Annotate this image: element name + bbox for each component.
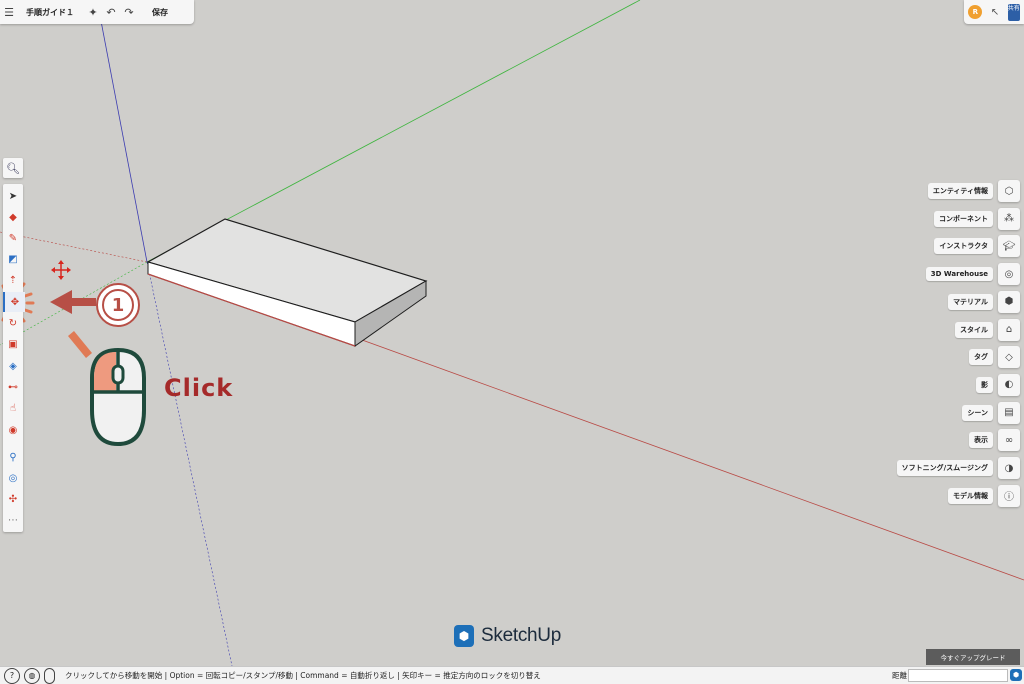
section-plane-icon[interactable]: ⊷ xyxy=(3,377,23,397)
panel-item[interactable]: タグ ◇ xyxy=(969,346,1020,369)
panel-item-label: スタイル xyxy=(955,321,993,338)
model-viewport[interactable] xyxy=(0,0,1024,683)
shadow-icon[interactable]: ◐ xyxy=(998,373,1020,396)
status-text: クリックしてから移動を開始 | Option = 回転コピー/スタンプ/移動 |… xyxy=(65,671,541,680)
zoom-tool-icon[interactable]: ⚲ xyxy=(3,447,23,467)
upgrade-button[interactable]: 今すぐアップグレード xyxy=(926,649,1020,665)
panel-item[interactable]: 3D Warehouse ◎ xyxy=(925,263,1020,286)
panel-item-label: モデル情報 xyxy=(948,487,993,504)
material-icon[interactable]: ⬢ xyxy=(998,290,1020,313)
sketchup-logo: ⬢ SketchUp xyxy=(454,625,561,647)
mouse-hint-icon xyxy=(44,667,55,684)
rotate-tool-icon[interactable]: ↻ xyxy=(3,313,23,333)
pointer-arrow xyxy=(50,290,96,314)
panel-item-label: タグ xyxy=(969,349,993,366)
panel-item[interactable]: マテリアル ⬢ xyxy=(948,290,1020,313)
step-number-badge: 1 xyxy=(96,283,140,327)
warehouse-icon[interactable]: ◎ xyxy=(998,263,1020,286)
panel-item[interactable]: スタイル ⌂ xyxy=(955,318,1020,341)
panel-item-label: 3D Warehouse xyxy=(925,267,993,282)
panel-item[interactable]: モデル情報 ⓘ xyxy=(948,484,1020,507)
click-rays xyxy=(68,331,92,358)
dimension-tool-icon[interactable]: ✣ xyxy=(3,489,23,509)
move-cursor-icon xyxy=(51,260,71,280)
click-annotation: Click xyxy=(164,374,234,402)
panel-item-label: マテリアル xyxy=(948,293,993,310)
components-icon[interactable]: ⁂ xyxy=(998,207,1020,230)
panel-item[interactable]: シーン ▤ xyxy=(962,401,1020,424)
orbit-tool-icon[interactable]: ☝ xyxy=(3,398,23,418)
cursor-icon[interactable]: ↖ xyxy=(991,7,999,18)
panel-item-label: 表示 xyxy=(969,432,993,449)
tag-icon[interactable]: ◇ xyxy=(998,346,1020,369)
box-model[interactable] xyxy=(146,218,428,347)
glasses-icon[interactable]: ∞ xyxy=(998,429,1020,452)
rectangle-tool-icon[interactable]: ◩ xyxy=(3,249,23,269)
panel-item-label: インストラクタ xyxy=(934,238,993,255)
search-icon[interactable]: 🔍︎ xyxy=(3,158,23,178)
panel-item[interactable]: コンポーネント ⁂ xyxy=(934,207,1020,230)
document-title[interactable]: 手順ガイド１ xyxy=(26,7,74,18)
redo-icon[interactable]: ↷ xyxy=(120,0,138,24)
distance-input[interactable] xyxy=(908,669,1008,682)
move-tool-icon[interactable]: ✥ xyxy=(3,292,25,312)
style-icon[interactable]: ⌂ xyxy=(998,318,1020,341)
panel-item-label: エンティティ情報 xyxy=(927,183,993,199)
status-bar: ? ◍ クリックしてから移動を開始 | Option = 回転コピー/スタンプ/… xyxy=(0,666,1024,684)
blue-axis-negative xyxy=(146,261,233,667)
eraser-tool-icon[interactable]: ◆ xyxy=(3,207,23,227)
push-pull-tool-icon[interactable]: ⇡ xyxy=(3,270,23,290)
graduation-cap-icon[interactable]: 🎓︎ xyxy=(998,235,1020,258)
scale-tool-icon[interactable]: ▣ xyxy=(3,334,23,354)
soften-icon[interactable]: ◑ xyxy=(998,457,1020,479)
paint-bucket-icon[interactable]: ◈ xyxy=(3,356,23,376)
panel-item[interactable]: 影 ◐ xyxy=(976,373,1020,396)
panel-item[interactable]: インストラクタ 🎓︎ xyxy=(934,235,1020,258)
tape-measure-icon[interactable]: ◎ xyxy=(3,468,23,488)
sparkle-icon[interactable]: ✦ xyxy=(84,0,102,24)
scenes-icon[interactable]: ▤ xyxy=(998,401,1020,424)
hamburger-menu-icon[interactable]: ☰ xyxy=(0,0,18,24)
panel-item[interactable]: エンティティ情報 ⬡ xyxy=(927,180,1020,202)
left-toolbar: ➤ ◆ ✎ ◩ ⇡ ✥ ↻ ▣ ◈ ⊷ ☝ ◉ ⚲ ◎ ✣ ⋯ xyxy=(3,184,25,532)
top-right-toolbar: R ↖ 共有 xyxy=(964,0,1024,24)
cube-icon[interactable]: ⬡ xyxy=(998,180,1020,202)
info-icon[interactable]: ⓘ xyxy=(998,484,1020,507)
walk-tool-icon[interactable]: ◉ xyxy=(3,420,23,440)
panel-item-label: 影 xyxy=(976,376,993,393)
panel-item[interactable]: 表示 ∞ xyxy=(969,429,1020,452)
distance-label: 距離 xyxy=(892,671,907,680)
save-button[interactable]: 保存 xyxy=(152,7,168,18)
panel-item-label: シーン xyxy=(962,404,993,421)
globe-icon[interactable]: ◍ xyxy=(24,667,40,684)
pencil-tool-icon[interactable]: ✎ xyxy=(3,228,23,248)
select-tool-icon[interactable]: ➤ xyxy=(3,186,23,206)
share-button[interactable]: 共有 xyxy=(1007,3,1020,21)
mouse-icon xyxy=(90,347,146,447)
panel-item[interactable]: ソフトニング/スムージング ◑ xyxy=(896,457,1020,479)
avatar[interactable]: R xyxy=(968,5,983,19)
panel-item-label: コンポーネント xyxy=(934,210,993,227)
sketchup-logo-icon: ⬢ xyxy=(454,625,474,647)
sketchup-small-icon: ⬢ xyxy=(1010,669,1022,681)
top-toolbar: ☰ 手順ガイド１ ✦ ↶ ↷ 保存 xyxy=(0,0,194,24)
blue-axis xyxy=(96,0,148,263)
undo-icon[interactable]: ↶ xyxy=(102,0,120,24)
more-tools-icon[interactable]: ⋯ xyxy=(3,510,23,530)
panel-item-label: ソフトニング/スムージング xyxy=(896,460,993,476)
help-icon[interactable]: ? xyxy=(4,667,20,684)
